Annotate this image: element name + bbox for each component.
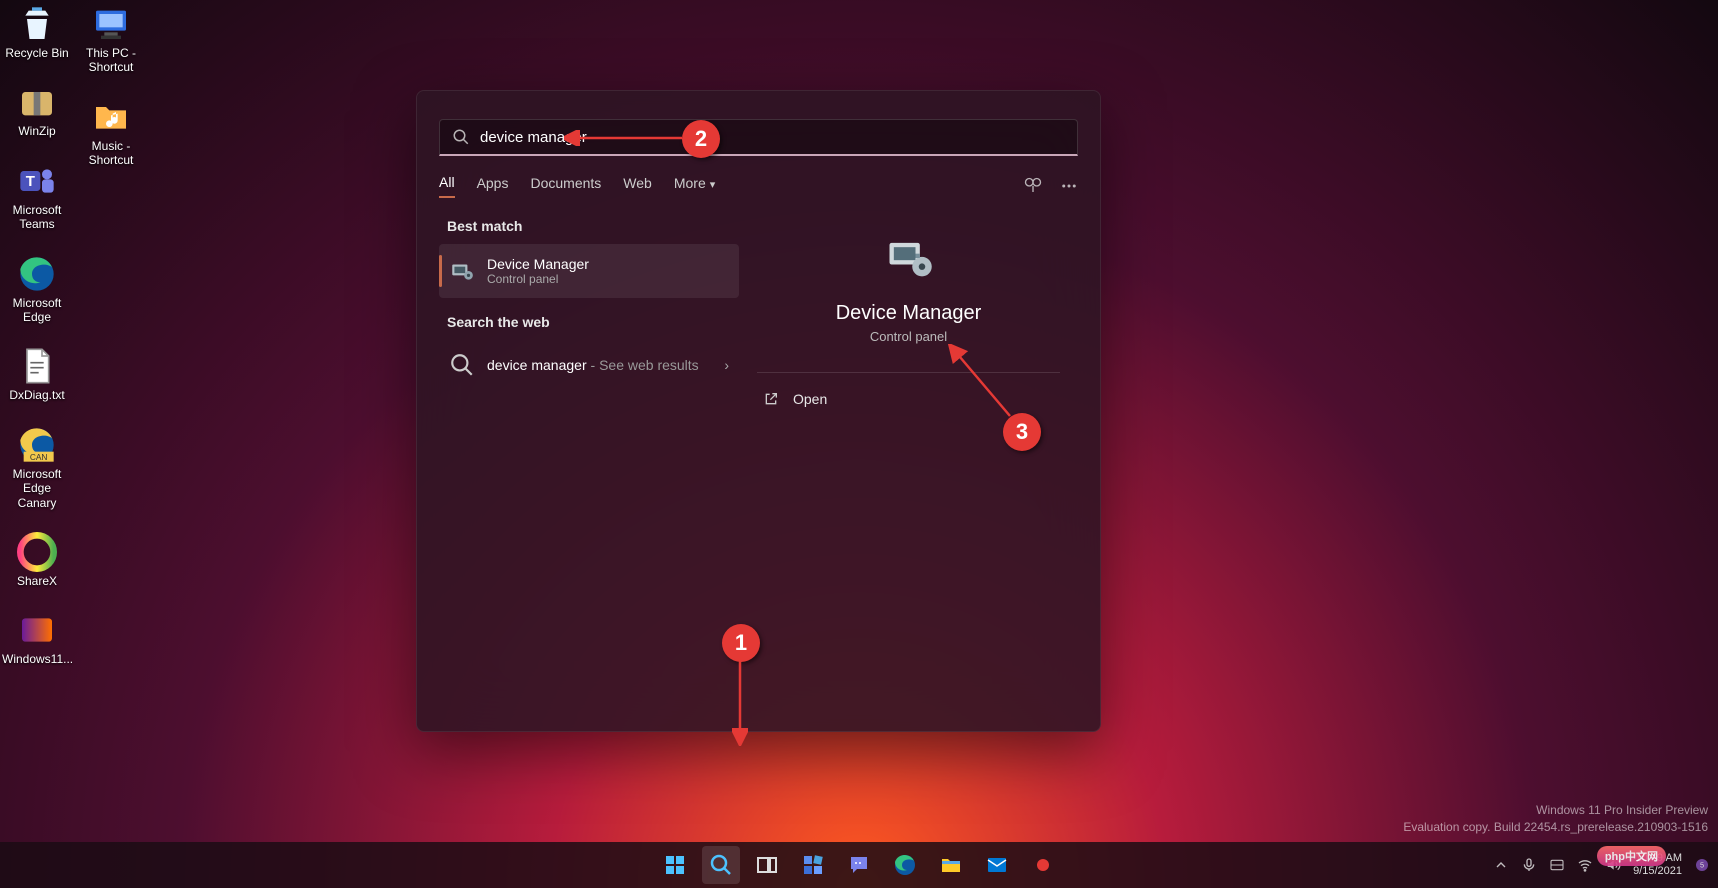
language-icon[interactable]	[1549, 857, 1565, 873]
edge-taskbar-button[interactable]	[886, 846, 924, 884]
notification-icon[interactable]: 5	[1694, 857, 1710, 873]
desktop-icon-label: This PC - Shortcut	[76, 46, 146, 75]
recycle-bin-icon	[17, 4, 57, 44]
clock-date: 9/15/2021	[1633, 865, 1682, 878]
desktop-icon-recycle-bin[interactable]: Recycle Bin	[2, 4, 72, 60]
mail-button[interactable]	[978, 846, 1016, 884]
web-suffix: - See web results	[587, 357, 699, 373]
desktop-icon-label: ShareX	[2, 574, 72, 588]
device-manager-icon	[449, 258, 475, 284]
wifi-icon[interactable]	[1577, 857, 1593, 873]
music-folder-icon	[91, 97, 131, 137]
sharex-icon	[17, 532, 57, 572]
open-link-icon	[763, 391, 779, 407]
search-tabs: All Apps Documents Web More ▾	[439, 174, 1078, 198]
search-box[interactable]	[439, 119, 1078, 156]
file-explorer-button[interactable]	[932, 846, 970, 884]
desktop-icon-label: Recycle Bin	[2, 46, 72, 60]
desktop-icons-column-1: Recycle Bin WinZip T Microsoft Teams Mic…	[2, 4, 80, 689]
best-match-label: Best match	[439, 212, 739, 244]
taskbar: 10:49 AM 9/15/2021 5	[0, 842, 1718, 888]
search-preview-pane: Device Manager Control panel Open	[739, 212, 1078, 421]
microphone-icon[interactable]	[1521, 857, 1537, 873]
desktop-icon-label: Microsoft Teams	[2, 203, 72, 232]
search-web-label: Search the web	[439, 308, 739, 340]
desktop-icon-label: WinZip	[2, 124, 72, 138]
taskbar-center	[656, 846, 1062, 884]
desktop-icons-column-2: This PC - Shortcut Music - Shortcut	[76, 4, 154, 190]
desktop-icon-dxdiag[interactable]: DxDiag.txt	[2, 346, 72, 402]
desktop-icon-label: Windows11...	[2, 652, 72, 666]
edge-canary-icon: CAN	[17, 425, 57, 465]
php-badge: php中文网	[1597, 846, 1666, 866]
desktop-icon-label: Music - Shortcut	[76, 139, 146, 168]
search-results-list: Best match Device Manager Control panel …	[439, 212, 739, 421]
tab-more[interactable]: More ▾	[674, 175, 715, 197]
desktop-icon-winzip[interactable]: WinZip	[2, 82, 72, 138]
text-file-icon	[17, 346, 57, 386]
edge-icon	[17, 254, 57, 294]
svg-text:CAN: CAN	[30, 452, 48, 462]
teams-icon: T	[17, 161, 57, 201]
desktop-icon-label: Microsoft Edge	[2, 296, 72, 325]
result-device-manager[interactable]: Device Manager Control panel	[439, 244, 739, 298]
more-options-icon[interactable]	[1060, 177, 1078, 195]
result-subtitle: Control panel	[487, 272, 589, 286]
desktop-icon-teams[interactable]: T Microsoft Teams	[2, 161, 72, 232]
tab-all[interactable]: All	[439, 174, 455, 198]
search-button[interactable]	[702, 846, 740, 884]
desktop-icon-label: Microsoft Edge Canary	[2, 467, 72, 510]
device-manager-large-icon	[883, 232, 935, 284]
search-icon	[452, 128, 470, 146]
desktop-icon-sharex[interactable]: ShareX	[2, 532, 72, 588]
annotation-3: 3	[1003, 413, 1041, 451]
search-input[interactable]	[480, 129, 1065, 146]
desktop-icon-label: DxDiag.txt	[2, 388, 72, 402]
tab-documents[interactable]: Documents	[530, 175, 601, 197]
chevron-down-icon: ▾	[710, 179, 716, 191]
preview-subtitle: Control panel	[757, 329, 1060, 344]
watermark-line2: Evaluation copy. Build 22454.rs_prerelea…	[1403, 819, 1708, 836]
preview-title: Device Manager	[757, 302, 1060, 325]
desktop-icon-this-pc[interactable]: This PC - Shortcut	[76, 4, 146, 75]
start-button[interactable]	[656, 846, 694, 884]
recent-searches-icon[interactable]	[1024, 177, 1042, 195]
task-view-button[interactable]	[748, 846, 786, 884]
widgets-button[interactable]	[794, 846, 832, 884]
divider	[757, 372, 1060, 373]
result-title: Device Manager	[487, 256, 589, 272]
web-query: device manager	[487, 357, 587, 373]
tab-more-label: More	[674, 175, 706, 191]
tab-web[interactable]: Web	[623, 175, 652, 197]
desktop-icon-music[interactable]: Music - Shortcut	[76, 97, 146, 168]
theme-icon	[17, 610, 57, 650]
tab-apps[interactable]: Apps	[477, 175, 509, 197]
chat-button[interactable]	[840, 846, 878, 884]
windows-watermark: Windows 11 Pro Insider Preview Evaluatio…	[1403, 802, 1708, 836]
search-icon	[449, 352, 475, 378]
recording-indicator[interactable]	[1024, 846, 1062, 884]
winzip-icon	[17, 82, 57, 122]
action-open-label: Open	[793, 391, 827, 407]
result-web-search[interactable]: device manager - See web results ›	[439, 340, 739, 390]
this-pc-icon	[91, 4, 131, 44]
desktop-icon-edge[interactable]: Microsoft Edge	[2, 254, 72, 325]
tray-chevron-up-icon[interactable]	[1493, 857, 1509, 873]
desktop-icon-windows11-theme[interactable]: Windows11...	[2, 610, 72, 666]
annotation-1: 1	[722, 624, 760, 662]
svg-text:5: 5	[1700, 861, 1704, 870]
svg-text:T: T	[26, 173, 35, 190]
desktop-icon-edge-canary[interactable]: CAN Microsoft Edge Canary	[2, 425, 72, 510]
annotation-2: 2	[682, 120, 720, 158]
watermark-line1: Windows 11 Pro Insider Preview	[1403, 802, 1708, 819]
chevron-right-icon: ›	[724, 357, 729, 373]
